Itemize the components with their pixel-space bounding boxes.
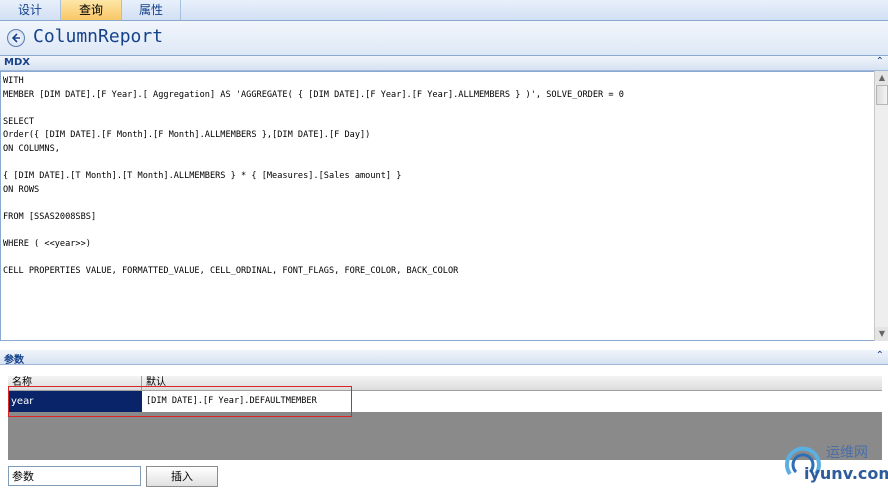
param-default-cell[interactable]: [DIM DATE].[F Year].DEFAULTMEMBER <box>142 391 882 412</box>
param-name-cell[interactable]: year <box>8 391 142 412</box>
insert-button[interactable]: 插入 <box>146 466 218 487</box>
page-title: ColumnReport <box>33 26 164 47</box>
tab-bar: 设计 查询 属性 <box>0 0 888 21</box>
params-section-header[interactable]: 参数 ⌃ <box>0 350 888 366</box>
mdx-section-header[interactable]: MDX ⌃ <box>0 56 888 71</box>
mdx-scrollbar[interactable]: ▲ ▼ <box>874 71 888 341</box>
watermark-en-text: iyunv.com <box>804 464 888 483</box>
scroll-thumb[interactable] <box>876 85 888 105</box>
collapse-icon[interactable]: ⌃ <box>876 350 884 361</box>
params-grid: 名称 默认 year [DIM DATE].[F Year].DEFAULTME… <box>8 376 882 460</box>
mdx-section-label: MDX <box>4 57 30 68</box>
column-header-default[interactable]: 默认 <box>142 376 882 390</box>
params-section-label: 参数 <box>4 355 24 366</box>
scroll-down-icon[interactable]: ▼ <box>875 327 888 341</box>
watermark: 运维网 iyunv.com <box>782 440 888 488</box>
tab-design[interactable]: 设计 <box>0 0 61 20</box>
mdx-editor[interactable]: WITH MEMBER [DIM DATE].[F Year].[ Aggreg… <box>0 71 876 341</box>
param-name-input[interactable] <box>8 466 141 486</box>
params-grid-header: 名称 默认 <box>8 376 882 391</box>
back-arrow-icon[interactable] <box>7 29 25 47</box>
collapse-icon[interactable]: ⌃ <box>876 56 884 67</box>
tab-properties[interactable]: 属性 <box>122 0 181 20</box>
column-header-name[interactable]: 名称 <box>8 376 142 390</box>
tab-query[interactable]: 查询 <box>61 0 122 20</box>
mdx-query-text[interactable]: WITH MEMBER [DIM DATE].[F Year].[ Aggreg… <box>1 72 875 282</box>
title-bar: ColumnReport <box>0 21 888 56</box>
table-row[interactable]: year [DIM DATE].[F Year].DEFAULTMEMBER <box>8 391 882 412</box>
watermark-cn-text: 运维网 <box>826 445 868 461</box>
scroll-up-icon[interactable]: ▲ <box>875 71 888 85</box>
